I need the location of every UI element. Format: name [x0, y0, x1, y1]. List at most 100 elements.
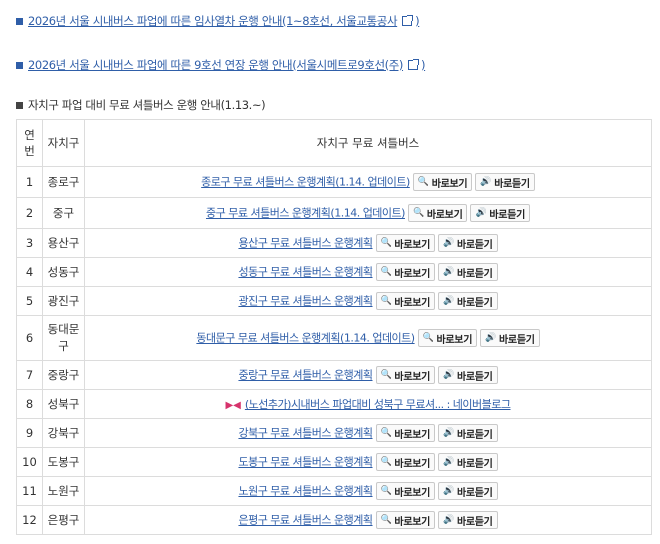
shuttle-plan-link[interactable]: 노원구 무료 셔틀버스 운행계획: [238, 485, 373, 498]
row-num: 8: [16, 389, 43, 419]
row-num: 7: [16, 360, 43, 390]
magnifier-icon: 🔍: [380, 267, 392, 277]
speaker-icon: 🔊: [485, 333, 497, 343]
listen-button[interactable]: 🔊 바로듣기: [438, 366, 498, 384]
line9-extension-link[interactable]: 2026년 서울 시내버스 파업에 따른 9호선 연장 운행 안내(서울시메트로…: [16, 57, 426, 73]
row-num: 6: [16, 315, 43, 361]
shuttle-plan-link[interactable]: 은평구 무료 셔틀버스 운행계획: [238, 514, 373, 527]
external-link-icon[interactable]: [402, 15, 414, 26]
view-button[interactable]: 🔍 바로보기: [375, 511, 436, 529]
magnifier-icon: 🔍: [380, 428, 392, 438]
view-button[interactable]: 🔍 바로보기: [375, 482, 436, 500]
shuttle-plan-link[interactable]: 종로구 무료 셔틀버스 운행계획(1.14. 업데이트): [201, 176, 410, 189]
view-button[interactable]: 🔍 바로보기: [375, 366, 436, 384]
listen-button[interactable]: 🔊 바로듣기: [438, 424, 498, 442]
table-row: 12 은평구 은평구 무료 셔틀버스 운행계획 🔍 바로보기 🔊 바로듣기: [16, 505, 652, 535]
shuttle-plan-link[interactable]: 광진구 무료 셔틀버스 운행계획: [238, 295, 373, 308]
row-district: 중구: [42, 197, 85, 229]
listen-button[interactable]: 🔊 바로듣기: [438, 234, 498, 252]
row-num: 5: [16, 286, 43, 316]
view-button[interactable]: 🔍 바로보기: [412, 173, 473, 191]
row-shuttle-cell: 중구 무료 셔틀버스 운행계획(1.14. 업데이트) 🔍 바로보기 🔊 바로듣기: [84, 197, 652, 229]
shuttle-plan-link[interactable]: 중구 무료 셔틀버스 운행계획(1.14. 업데이트): [206, 207, 405, 220]
table-row: 1 종로구 종로구 무료 셔틀버스 운행계획(1.14. 업데이트) 🔍 바로보기 🔊 바로…: [16, 166, 652, 198]
listen-button-label: 바로듣기: [456, 429, 493, 441]
line9-extension-link-text[interactable]: 2026년 서울 시내버스 파업에 따른 9호선 연장 운행 안내(서울시메트로…: [28, 57, 403, 73]
magnifier-icon: 🔍: [380, 457, 392, 467]
speaker-icon: 🔊: [443, 267, 454, 277]
listen-button-label: 바로듣기: [456, 487, 493, 499]
speaker-icon: 🔊: [443, 296, 454, 306]
row-num: 12: [16, 505, 43, 535]
magnifier-icon: 🔍: [380, 486, 392, 496]
row-shuttle-cell: ▶◀ (노선추가)시내버스 파업대비 성북구 무료셔... : 네이버블로그: [84, 389, 652, 419]
table-row: 7 중랑구 중랑구 무료 셔틀버스 운행계획 🔍 바로보기 🔊 바로듣기: [16, 360, 652, 390]
view-button[interactable]: 🔍 바로보기: [375, 424, 436, 442]
section-title: 자치구 파업 대비 무료 셔틀버스 운행 안내(1.13.~): [16, 97, 266, 113]
magnifier-icon: 🔍: [380, 238, 392, 248]
close-paren: ): [415, 14, 420, 28]
bullet-square-icon: [16, 101, 23, 109]
row-shuttle-cell: 강북구 무료 셔틀버스 운행계획 🔍 바로보기 🔊 바로듣기: [84, 418, 652, 448]
row-shuttle-cell: 용산구 무료 셔틀버스 운행계획 🔍 바로보기 🔊 바로듣기: [84, 228, 652, 258]
listen-button-label: 바로듣기: [456, 268, 493, 280]
listen-button-label: 바로듣기: [456, 458, 493, 470]
view-button[interactable]: 🔍 바로보기: [375, 234, 436, 252]
listen-button[interactable]: 🔊 바로듣기: [438, 482, 498, 500]
listen-button[interactable]: 🔊 바로듣기: [480, 329, 540, 347]
view-button-label: 바로보기: [394, 487, 431, 499]
row-shuttle-cell: 성동구 무료 셔틀버스 운행계획 🔍 바로보기 🔊 바로듣기: [84, 257, 652, 287]
listen-button[interactable]: 🔊 바로듣기: [438, 511, 498, 529]
speaker-icon: 🔊: [443, 457, 454, 467]
view-button-label: 바로보기: [394, 458, 431, 470]
magnifier-icon: 🔍: [380, 370, 392, 380]
view-button-label: 바로보기: [394, 268, 431, 280]
shuttle-plan-link[interactable]: (노선추가)시내버스 파업대비 성북구 무료셔... : 네이버블로그: [245, 398, 511, 411]
table-header-row: 연번 자치구 자치구 무료 셔틀버스: [16, 119, 652, 167]
shuttle-plan-link[interactable]: 용산구 무료 셔틀버스 운행계획: [238, 237, 373, 250]
header-shuttle: 자치구 무료 셔틀버스: [84, 119, 652, 167]
magnifier-icon: 🔍: [380, 515, 392, 525]
shuttle-plan-link[interactable]: 성동구 무료 셔틀버스 운행계획: [238, 266, 373, 279]
view-button[interactable]: 🔍 바로보기: [407, 204, 468, 222]
listen-button[interactable]: 🔊 바로듣기: [470, 204, 530, 222]
listen-button-label: 바로듣기: [456, 371, 493, 383]
view-button-label: 바로보기: [394, 239, 431, 251]
shuttle-plan-link[interactable]: 도봉구 무료 셔틀버스 운행계획: [238, 456, 373, 469]
listen-button-label: 바로듣기: [489, 209, 525, 221]
table-row: 9 강북구 강북구 무료 셔틀버스 운행계획 🔍 바로보기 🔊 바로듣기: [16, 418, 652, 448]
header-num: 연번: [16, 119, 43, 167]
view-button[interactable]: 🔍 바로보기: [417, 329, 478, 347]
view-button[interactable]: 🔍 바로보기: [375, 292, 436, 310]
listen-button-label: 바로듣기: [494, 178, 530, 190]
external-link-icon[interactable]: [408, 59, 420, 70]
row-num: 1: [16, 166, 43, 198]
view-button[interactable]: 🔍 바로보기: [375, 263, 436, 281]
row-district: 강북구: [42, 418, 85, 448]
row-district: 성동구: [42, 257, 85, 287]
view-button-label: 바로보기: [394, 516, 431, 528]
listen-button[interactable]: 🔊 바로듣기: [438, 292, 498, 310]
view-button[interactable]: 🔍 바로보기: [375, 453, 436, 471]
shuttle-plan-link[interactable]: 강북구 무료 셔틀버스 운행계획: [238, 427, 373, 440]
row-district: 종로구: [42, 166, 85, 198]
shuttle-plan-link[interactable]: 동대문구 무료 셔틀버스 운행계획(1.14. 업데이트): [196, 332, 415, 345]
shuttle-plan-link[interactable]: 중랑구 무료 셔틀버스 운행계획: [238, 369, 373, 382]
subway-extra-train-link[interactable]: 2026년 서울 시내버스 파업에 따른 임사열차 운행 안내(1~8호선, 서…: [16, 13, 420, 29]
row-shuttle-cell: 광진구 무료 셔틀버스 운행계획 🔍 바로보기 🔊 바로듣기: [84, 286, 652, 316]
view-button-label: 바로보기: [394, 371, 431, 383]
close-paren: ): [421, 58, 426, 72]
listen-button[interactable]: 🔊 바로듣기: [438, 453, 498, 471]
subway-extra-train-link-text[interactable]: 2026년 서울 시내버스 파업에 따른 임사열차 운행 안내(1~8호선, 서…: [28, 13, 398, 29]
magnifier-icon: 🔍: [412, 208, 424, 218]
row-num: 11: [16, 476, 43, 506]
listen-button[interactable]: 🔊 바로듣기: [475, 173, 535, 191]
speaker-icon: 🔊: [443, 428, 454, 438]
listen-button-label: 바로듣기: [456, 516, 493, 528]
listen-button[interactable]: 🔊 바로듣기: [438, 263, 498, 281]
table-row: 3 용산구 용산구 무료 셔틀버스 운행계획 🔍 바로보기 🔊 바로듣기: [16, 228, 652, 258]
speaker-icon: 🔊: [443, 486, 454, 496]
row-district: 중랑구: [42, 360, 85, 390]
view-button-label: 바로보기: [394, 429, 431, 441]
speaker-icon: 🔊: [475, 208, 487, 218]
